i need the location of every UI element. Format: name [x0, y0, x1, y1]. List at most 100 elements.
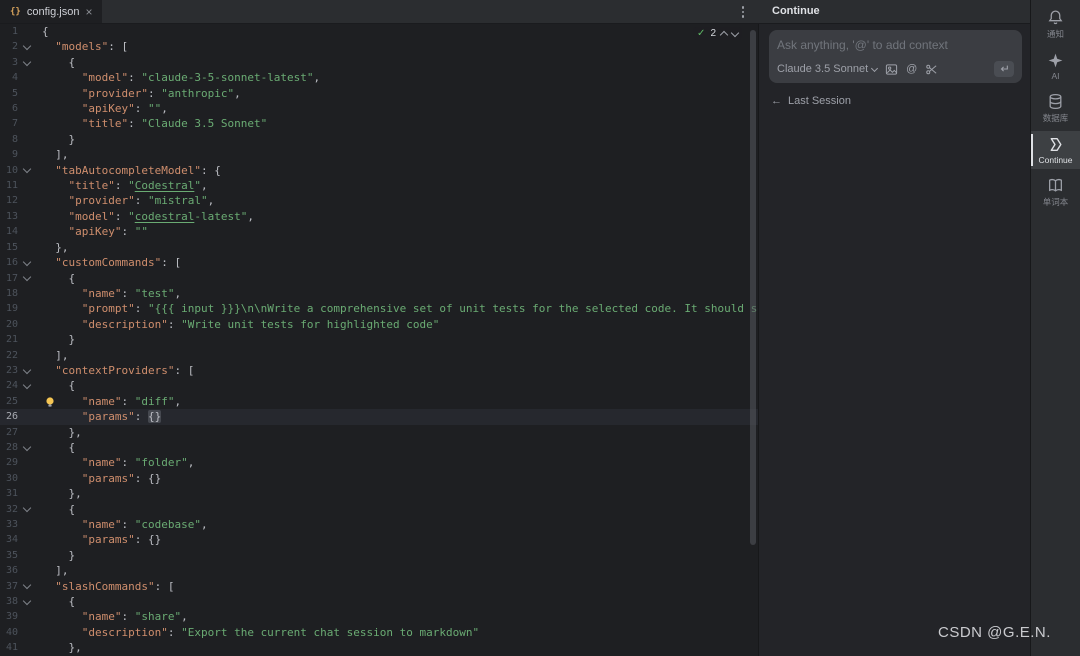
image-icon[interactable]: [885, 63, 898, 76]
code-line-2[interactable]: 2 "models": [: [0, 39, 758, 54]
chat-input-box[interactable]: Ask anything, '@' to add context Claude …: [769, 30, 1022, 83]
code-line-4[interactable]: 4 "model": "claude-3-5-sonnet-latest",: [0, 70, 758, 85]
code-line-11[interactable]: 11 "title": "Codestral",: [0, 178, 758, 193]
line-number: 27: [0, 425, 18, 440]
code-text: "apiKey": "",: [36, 101, 758, 116]
code-text: "params": {}: [36, 532, 758, 547]
code-line-23[interactable]: 23 "contextProviders": [: [0, 363, 758, 378]
code-line-3[interactable]: 3 {: [0, 55, 758, 70]
fold-chevron-icon[interactable]: [18, 363, 36, 378]
code-line-27[interactable]: 27 },: [0, 425, 758, 440]
fold-chevron-icon[interactable]: [18, 39, 36, 54]
model-selector[interactable]: Claude 3.5 Sonnet: [777, 63, 877, 75]
code-line-15[interactable]: 15 },: [0, 240, 758, 255]
toolbar-item-notifications[interactable]: 通知: [1031, 4, 1080, 44]
code-line-10[interactable]: 10 "tabAutocompleteModel": {: [0, 163, 758, 178]
database-icon: [1047, 93, 1064, 110]
code-line-41[interactable]: 41 },: [0, 640, 758, 655]
code-line-18[interactable]: 18 "name": "test",: [0, 286, 758, 301]
code-line-31[interactable]: 31 },: [0, 486, 758, 501]
fold-spacer: [18, 224, 36, 239]
code-text: }: [36, 548, 758, 563]
code-line-30[interactable]: 30 "params": {}: [0, 471, 758, 486]
intention-bulb-icon[interactable]: [44, 396, 56, 408]
tools-icon[interactable]: [925, 63, 938, 76]
code-line-34[interactable]: 34 "params": {}: [0, 532, 758, 547]
code-line-33[interactable]: 33 "name": "codebase",: [0, 517, 758, 532]
toolbar-item-wordbook[interactable]: 单词本: [1031, 172, 1080, 212]
code-line-21[interactable]: 21 }: [0, 332, 758, 347]
code-lines: 1{2 "models": [3 {4 "model": "claude-3-5…: [0, 24, 758, 656]
toolbar-item-continue[interactable]: Continue: [1031, 131, 1080, 169]
tab-label: config.json: [27, 6, 80, 18]
line-number: 15: [0, 240, 18, 255]
chat-input[interactable]: Ask anything, '@' to add context: [777, 38, 1014, 52]
last-session-link[interactable]: ← Last Session: [771, 95, 1030, 107]
fold-chevron-icon[interactable]: [18, 255, 36, 270]
code-line-22[interactable]: 22 ],: [0, 348, 758, 363]
code-line-38[interactable]: 38 {: [0, 594, 758, 609]
send-button[interactable]: [994, 61, 1014, 77]
code-line-6[interactable]: 6 "apiKey": "",: [0, 101, 758, 116]
fold-spacer: [18, 425, 36, 440]
code-line-24[interactable]: 24 {: [0, 378, 758, 393]
code-line-5[interactable]: 5 "provider": "anthropic",: [0, 86, 758, 101]
editor-scrollbar[interactable]: [750, 30, 756, 545]
code-line-19[interactable]: 19 "prompt": "{{{ input }}}\n\nWrite a c…: [0, 301, 758, 316]
code-line-35[interactable]: 35 }: [0, 548, 758, 563]
fold-chevron-icon[interactable]: [18, 271, 36, 286]
code-text: "provider": "anthropic",: [36, 86, 758, 101]
tab-config-json[interactable]: {} config.json ×: [0, 0, 102, 23]
code-text: "models": [: [36, 39, 758, 54]
model-selector-label: Claude 3.5 Sonnet: [777, 63, 868, 75]
fold-spacer: [18, 317, 36, 332]
fold-spacer: [18, 147, 36, 162]
next-problem-icon[interactable]: [731, 28, 739, 36]
code-line-36[interactable]: 36 ],: [0, 563, 758, 578]
fold-spacer: [18, 178, 36, 193]
inspections-widget[interactable]: ✓ 2: [693, 27, 742, 40]
line-number: 23: [0, 363, 18, 378]
code-line-37[interactable]: 37 "slashCommands": [: [0, 579, 758, 594]
code-text: },: [36, 425, 758, 440]
code-line-12[interactable]: 12 "provider": "mistral",: [0, 193, 758, 208]
code-line-20[interactable]: 20 "description": "Write unit tests for …: [0, 317, 758, 332]
fold-chevron-icon[interactable]: [18, 440, 36, 455]
code-line-39[interactable]: 39 "name": "share",: [0, 609, 758, 624]
code-line-29[interactable]: 29 "name": "folder",: [0, 455, 758, 470]
fold-chevron-icon[interactable]: [18, 55, 36, 70]
code-line-25[interactable]: 25 "name": "diff",: [0, 394, 758, 409]
fold-chevron-icon[interactable]: [18, 594, 36, 609]
code-line-40[interactable]: 40 "description": "Export the current ch…: [0, 625, 758, 640]
fold-chevron-icon[interactable]: [18, 502, 36, 517]
code-line-14[interactable]: 14 "apiKey": "": [0, 224, 758, 239]
toolbar-item-ai[interactable]: AI: [1031, 47, 1080, 85]
tab-close-icon[interactable]: ×: [85, 6, 92, 18]
editor-options-kebab-icon[interactable]: [738, 5, 748, 19]
fold-chevron-icon[interactable]: [18, 378, 36, 393]
prev-problem-icon[interactable]: [720, 31, 728, 39]
continue-panel-title: Continue: [772, 5, 820, 17]
fold-chevron-icon[interactable]: [18, 579, 36, 594]
fold-chevron-icon[interactable]: [18, 163, 36, 178]
code-line-1[interactable]: 1{: [0, 24, 758, 39]
code-text: "name": "share",: [36, 609, 758, 624]
code-line-16[interactable]: 16 "customCommands": [: [0, 255, 758, 270]
last-session-label: Last Session: [788, 95, 851, 107]
toolbar-item-database[interactable]: 数据库: [1031, 88, 1080, 128]
code-line-13[interactable]: 13 "model": "codestral-latest",: [0, 209, 758, 224]
line-number: 19: [0, 301, 18, 316]
code-line-7[interactable]: 7 "title": "Claude 3.5 Sonnet": [0, 116, 758, 131]
code-editor[interactable]: 1{2 "models": [3 {4 "model": "claude-3-5…: [0, 24, 758, 656]
code-line-32[interactable]: 32 {: [0, 502, 758, 517]
code-line-26[interactable]: 26 "params": {}: [0, 409, 758, 424]
ide-window: {} config.json × Continue 1{2 "models": …: [0, 0, 1080, 656]
fold-spacer: [18, 625, 36, 640]
code-line-8[interactable]: 8 }: [0, 132, 758, 147]
at-mention-icon[interactable]: @: [906, 63, 917, 75]
code-line-9[interactable]: 9 ],: [0, 147, 758, 162]
chat-controls: Claude 3.5 Sonnet @: [777, 61, 1014, 77]
code-line-28[interactable]: 28 {: [0, 440, 758, 455]
toolbar-item-label: 单词本: [1043, 196, 1069, 208]
code-line-17[interactable]: 17 {: [0, 271, 758, 286]
